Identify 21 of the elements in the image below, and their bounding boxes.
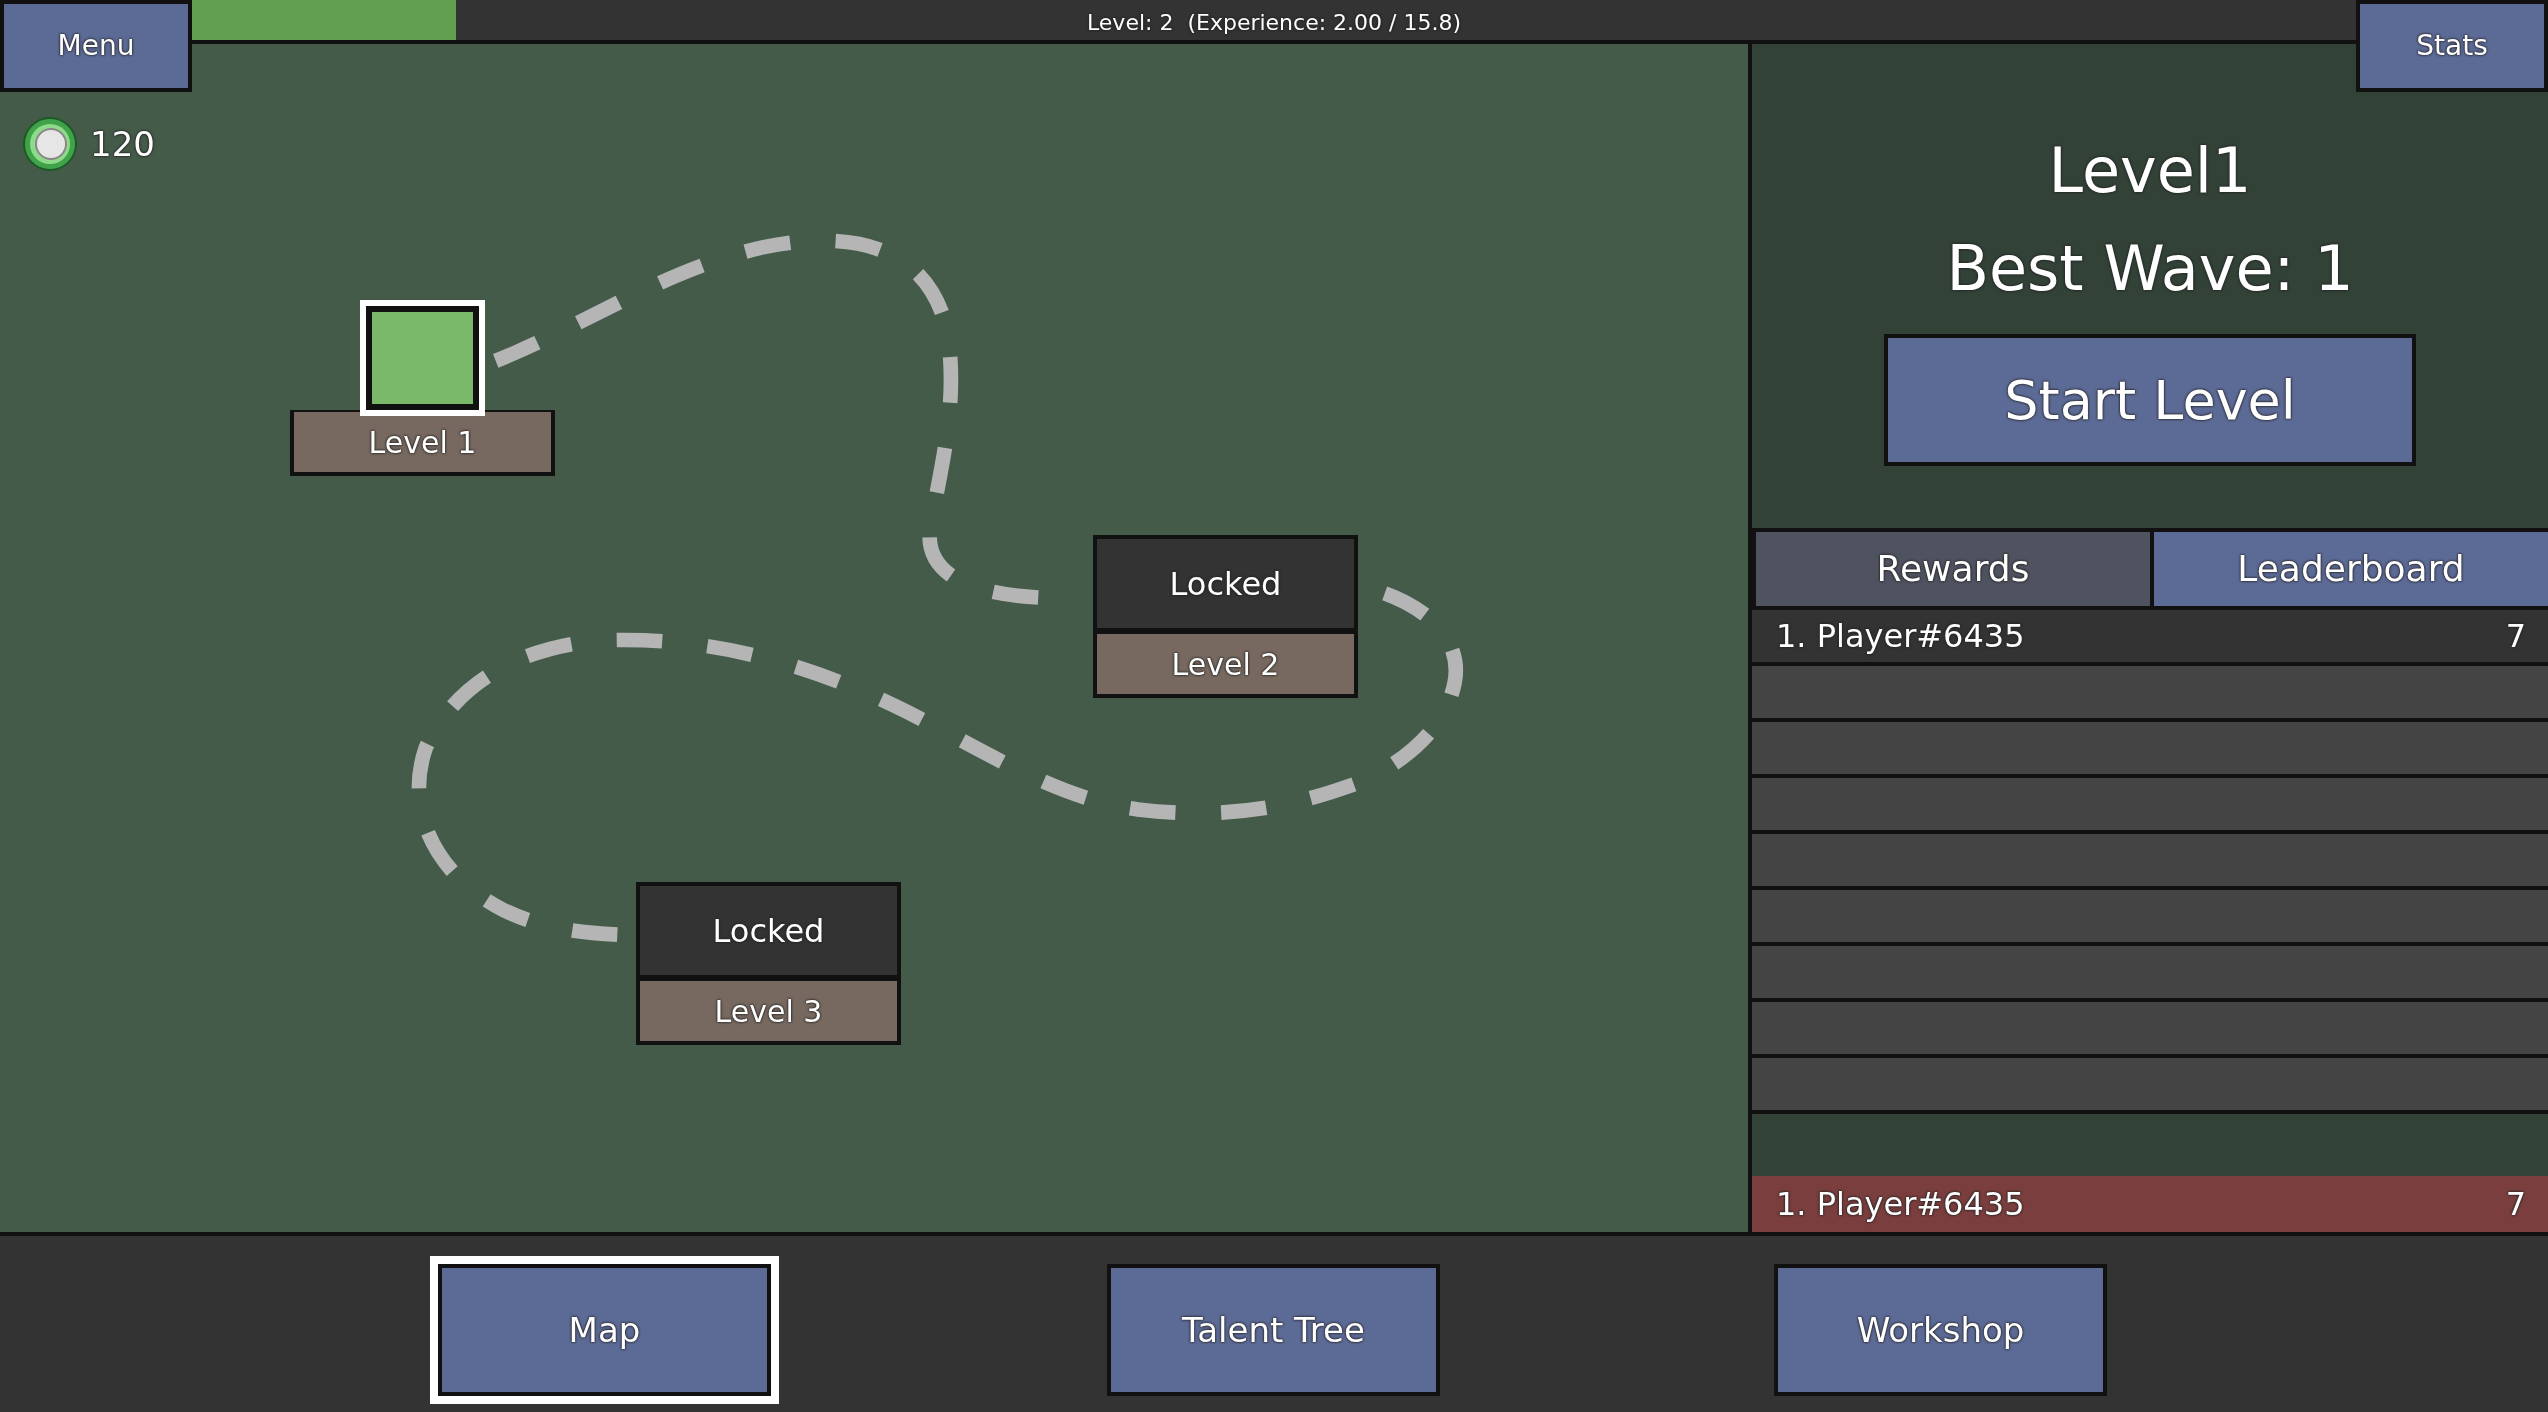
- stats-button[interactable]: Stats: [2356, 0, 2548, 92]
- experience-label: Level: 2 (Experience: 2.00 / 15.8): [1086, 10, 1462, 35]
- currency-amount: 120: [90, 122, 155, 166]
- locked-label: Locked: [636, 882, 901, 979]
- nav-button[interactable]: Workshop: [1774, 1264, 2107, 1396]
- player-name: 1. Player#6435: [1776, 616, 2025, 657]
- best-wave-label: Best Wave: 1: [1945, 238, 2355, 300]
- level-label[interactable]: Level 3: [636, 979, 901, 1045]
- menu-button[interactable]: Menu: [0, 0, 192, 92]
- tab[interactable]: Leaderboard: [2150, 532, 2548, 606]
- start-level-button[interactable]: Start Level: [1884, 334, 2416, 466]
- tab[interactable]: Rewards: [1752, 532, 2150, 606]
- player-score: 7: [2505, 1184, 2526, 1225]
- coin-icon: [22, 116, 78, 172]
- level-label[interactable]: Level 1: [290, 410, 555, 476]
- player-score: 7: [2505, 616, 2526, 657]
- player-name: 1. Player#6435: [1776, 1184, 2025, 1225]
- level-label[interactable]: Level 2: [1093, 632, 1358, 698]
- level-title: Level1: [2047, 140, 2253, 202]
- locked-label: Locked: [1093, 535, 1358, 632]
- nav-button[interactable]: Talent Tree: [1107, 1264, 1440, 1396]
